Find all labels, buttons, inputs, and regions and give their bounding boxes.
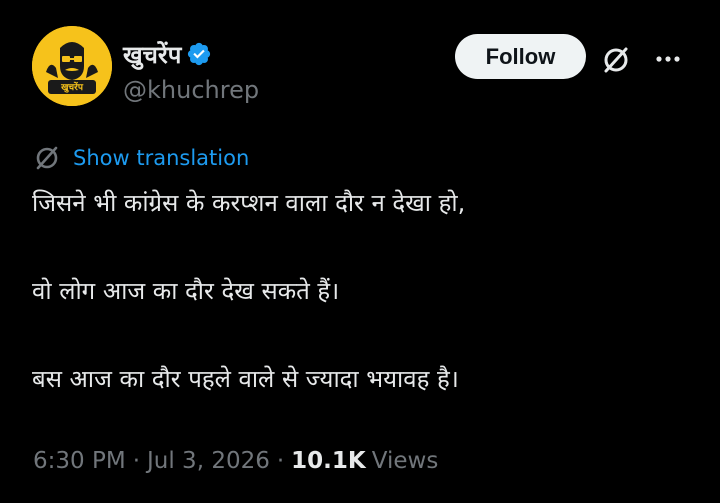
tweet-line: बस आज का दौर पहले वाले से ज्यादा भयावह ह… xyxy=(32,365,459,393)
tweet-date[interactable]: Jul 3, 2026 xyxy=(147,448,270,474)
avatar[interactable]: खुचरेंप xyxy=(32,26,112,106)
tweet-text: जिसने भी कांग्रेस के करप्शन वाला दौर न द… xyxy=(32,183,692,399)
grok-slash-circle-icon[interactable] xyxy=(600,44,632,76)
meta-separator: · xyxy=(276,448,285,474)
handle[interactable]: @khuchrep xyxy=(123,76,259,104)
tweet-time[interactable]: 6:30 PM xyxy=(33,448,126,474)
views-count[interactable]: 10.1K xyxy=(291,448,366,474)
name-row: खुचरेंप xyxy=(123,38,212,70)
tweet-header: खुचरेंप खुचरेंप @khuchrep Follow xyxy=(32,26,692,106)
views-label: Views xyxy=(371,448,439,474)
show-translation-link[interactable]: Show translation xyxy=(73,146,249,170)
follow-button[interactable]: Follow xyxy=(455,34,586,79)
tweet-line: जिसने भी कांग्रेस के करप्शन वाला दौर न द… xyxy=(32,189,466,217)
globe-slash-icon xyxy=(36,146,58,170)
avatar-text: खुचरेंप xyxy=(60,81,84,93)
meta-separator: · xyxy=(132,448,140,474)
tweet-line: वो लोग आज का दौर देख सकते हैं। xyxy=(32,277,340,305)
show-translation-row[interactable]: Show translation xyxy=(33,143,249,173)
avatar-illustration: खुचरेंप xyxy=(32,26,112,106)
verified-badge-icon[interactable] xyxy=(186,41,212,67)
tweet-meta: 6:30 PM · Jul 3, 2026 · 10.1K Views xyxy=(33,444,438,478)
display-name[interactable]: खुचरेंप xyxy=(123,38,181,71)
more-dots-icon[interactable] xyxy=(653,44,683,74)
